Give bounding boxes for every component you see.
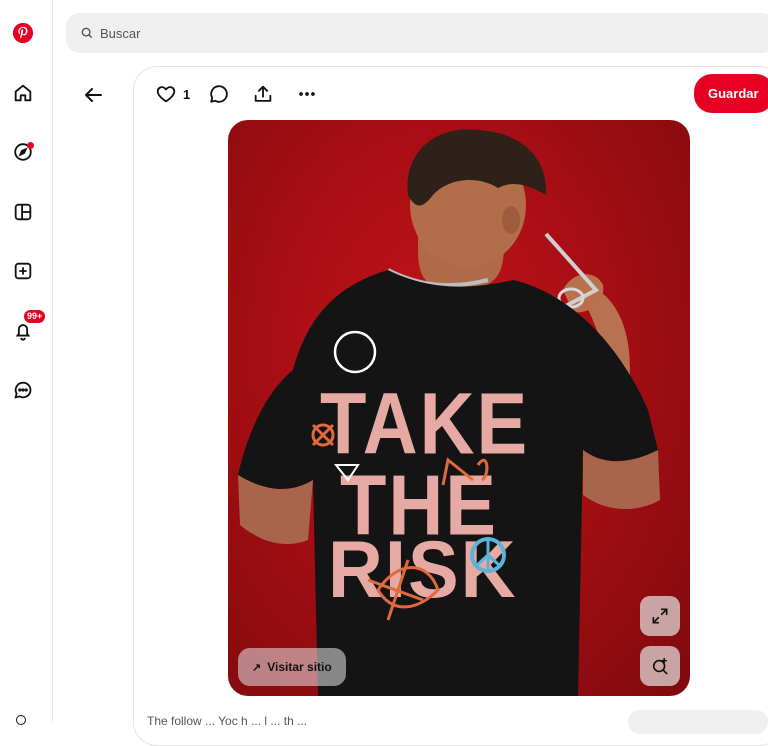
- external-link-icon: ↗: [252, 661, 262, 674]
- pin-image[interactable]: TAKE THE RISK ↗ Visitar sitio: [228, 120, 690, 696]
- pin-description: The follow ... Yoc h ... l ... th ...: [147, 714, 308, 728]
- search-bar[interactable]: [66, 13, 768, 53]
- chat-icon[interactable]: [8, 375, 38, 405]
- home-icon[interactable]: [8, 78, 38, 108]
- lens-search-icon: [652, 657, 668, 675]
- share-icon: [254, 85, 272, 102]
- search-icon: [81, 27, 93, 39]
- bell-icon[interactable]: 99+: [8, 309, 47, 346]
- back-button[interactable]: [80, 82, 106, 108]
- explore-notification-dot: [27, 142, 34, 149]
- boards-icon[interactable]: [8, 197, 38, 227]
- tshirt-model-photo: TAKE THE RISK: [238, 129, 660, 696]
- save-button[interactable]: Guardar: [694, 74, 768, 113]
- visual-search-button[interactable]: [640, 646, 680, 686]
- search-input[interactable]: [100, 25, 700, 41]
- visit-site-label: Visitar sitio: [267, 660, 332, 674]
- compass-icon[interactable]: [8, 137, 38, 167]
- visit-site-button[interactable]: ↗ Visitar sitio: [238, 648, 346, 686]
- like-count: 1: [183, 86, 191, 102]
- heart-icon: [156, 86, 176, 103]
- like-button[interactable]: [155, 80, 177, 108]
- expand-icon: [652, 608, 668, 624]
- ellipsis-icon: [299, 92, 316, 96]
- pinterest-logo-icon[interactable]: [8, 18, 38, 48]
- arrow-left-icon: [85, 88, 102, 102]
- share-button[interactable]: [252, 80, 274, 108]
- follow-button[interactable]: [628, 710, 768, 734]
- comment-button[interactable]: [208, 80, 230, 108]
- pin-actions: 1: [155, 80, 318, 108]
- plus-square-icon[interactable]: [8, 256, 38, 286]
- comment-icon: [210, 85, 228, 103]
- expand-button[interactable]: [640, 596, 680, 636]
- help-icon[interactable]: [16, 715, 26, 725]
- sidebar: 99+: [0, 0, 53, 725]
- more-options-button[interactable]: [296, 80, 318, 108]
- notification-badge: 99+: [23, 309, 47, 324]
